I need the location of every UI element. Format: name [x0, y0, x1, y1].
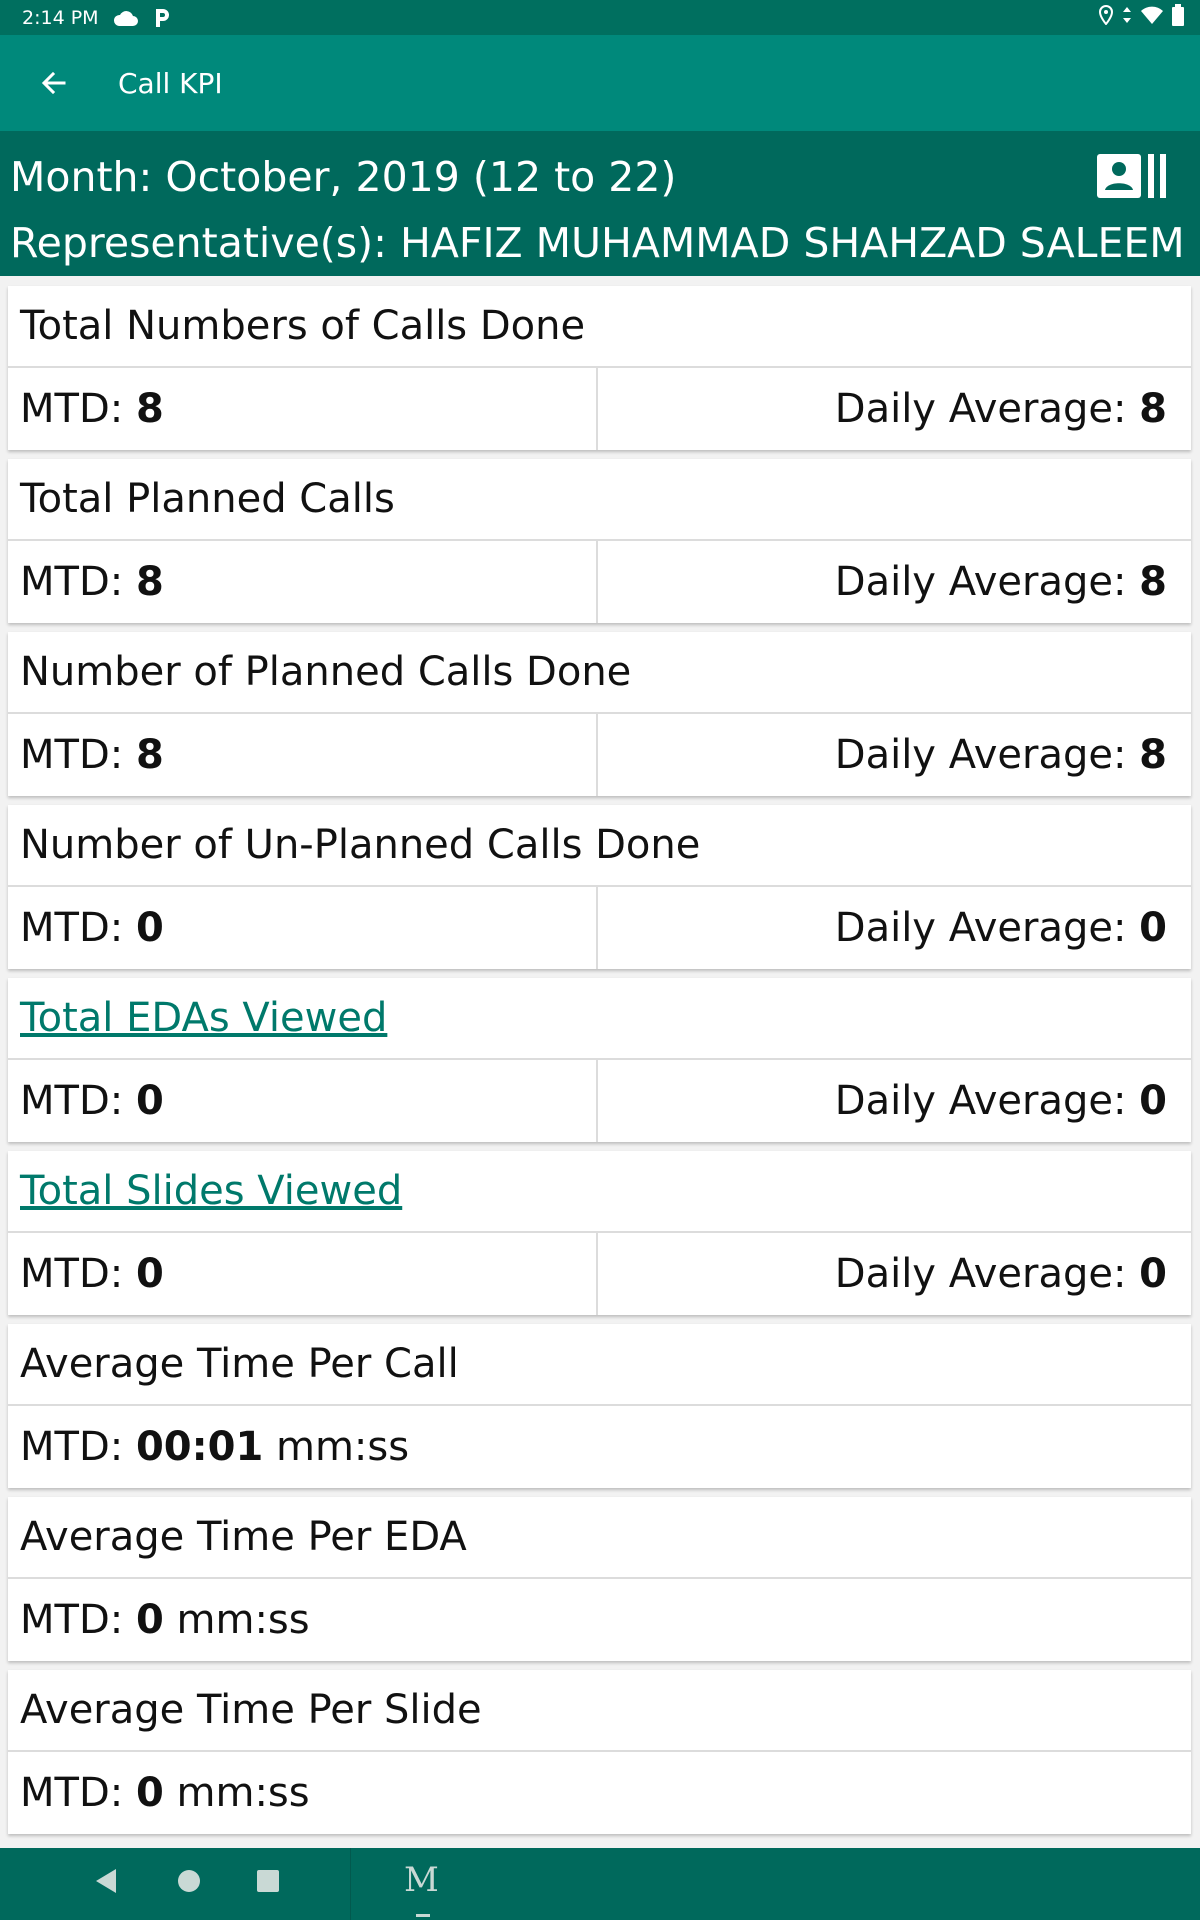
mtd-label: MTD: [20, 732, 124, 778]
mtd-value: 0 [135, 1251, 164, 1297]
mtd-label: MTD: [20, 1424, 124, 1470]
kpi-values-row: MTD: 00:01 mm:ss [8, 1406, 1191, 1488]
kpi-card-planned-calls-done: Number of Planned Calls Done MTD: 8 Dail… [8, 632, 1191, 796]
app-logo[interactable]: M [404, 1860, 439, 1900]
mtd-cell: MTD: 8 [8, 714, 598, 796]
kpi-values-row: MTD: 8 Daily Average: 8 [8, 714, 1191, 796]
daily-average-cell: Daily Average: 8 [598, 714, 1191, 796]
kpi-card-total-calls: Total Numbers of Calls Done MTD: 8 Daily… [8, 286, 1191, 450]
kpi-card-slides-viewed: Total Slides Viewed MTD: 0 Daily Average… [8, 1151, 1191, 1315]
recents-square-icon[interactable] [254, 1866, 282, 1900]
mtd-label: MTD: [20, 386, 124, 432]
daily-average-value: 0 [1139, 1251, 1167, 1297]
page-title: Call KPI [118, 66, 223, 100]
daily-average-cell: Daily Average: 8 [598, 368, 1191, 450]
kpi-values-row: MTD: 0 Daily Average: 0 [8, 1233, 1191, 1315]
kpi-title: Number of Un-Planned Calls Done [8, 805, 1191, 887]
mtd-value: 8 [135, 732, 164, 778]
kpi-title: Total Planned Calls [8, 459, 1191, 541]
mtd-value: 0 [135, 1078, 164, 1124]
back-triangle-icon[interactable] [92, 1866, 120, 1900]
kpi-values-row: MTD: 0 Daily Average: 0 [8, 887, 1191, 969]
mtd-cell: MTD: 0 mm:ss [8, 1579, 310, 1661]
mtd-label: MTD: [20, 1078, 124, 1124]
cloud-icon [113, 8, 139, 28]
daily-average-cell: Daily Average: 0 [598, 1233, 1191, 1315]
daily-average-cell: Daily Average: 8 [598, 541, 1191, 623]
mtd-value: 0 [135, 905, 164, 951]
daily-average-value: 8 [1139, 732, 1167, 778]
kpi-title: Number of Planned Calls Done [8, 632, 1191, 714]
data-arrows-icon [1122, 5, 1132, 30]
mtd-value: 8 [135, 386, 164, 432]
battery-icon [1172, 4, 1184, 31]
daily-average-cell: Daily Average: 0 [598, 1060, 1191, 1142]
kpi-values-row: MTD: 0 mm:ss [8, 1579, 1191, 1661]
daily-average-label: Daily Average: [834, 559, 1127, 605]
daily-average-label: Daily Average: [834, 386, 1127, 432]
kpi-card-avg-time-per-call: Average Time Per Call MTD: 00:01 mm:ss [8, 1324, 1191, 1488]
nav-divider [350, 1848, 351, 1920]
arrow-left-icon [41, 71, 66, 95]
mtd-label: MTD: [20, 1597, 124, 1643]
kpi-values-row: MTD: 0 Daily Average: 0 [8, 1060, 1191, 1142]
report-header: Month: October, 2019 (12 to 22) Represen… [0, 131, 1200, 276]
logo-indicator [416, 1914, 430, 1917]
kpi-card-avg-time-per-eda: Average Time Per EDA MTD: 0 mm:ss [8, 1497, 1191, 1661]
daily-average-value: 8 [1139, 559, 1167, 605]
daily-average-label: Daily Average: [834, 1251, 1127, 1297]
representative-label: Representative(s): HAFIZ MUHAMMAD SHAHZA… [10, 219, 1185, 267]
kpi-card-planned-calls: Total Planned Calls MTD: 8 Daily Average… [8, 459, 1191, 623]
daily-average-label: Daily Average: [834, 1078, 1127, 1124]
unit-label: mm:ss [176, 1770, 310, 1816]
kpi-card-edas-viewed: Total EDAs Viewed MTD: 0 Daily Average: … [8, 978, 1191, 1142]
mtd-cell: MTD: 0 mm:ss [8, 1752, 310, 1834]
kpi-title: Average Time Per Slide [8, 1670, 1191, 1752]
app-bar: Call KPI [0, 35, 1200, 131]
mtd-label: MTD: [20, 559, 124, 605]
kpi-title: Average Time Per EDA [8, 1497, 1191, 1579]
mtd-label: MTD: [20, 1770, 124, 1816]
contact-card-button[interactable] [1096, 153, 1168, 201]
mtd-cell: MTD: 00:01 mm:ss [8, 1406, 409, 1488]
location-icon [1098, 4, 1114, 30]
mtd-cell: MTD: 0 [8, 1060, 598, 1142]
unit-label: mm:ss [276, 1424, 410, 1470]
mtd-cell: MTD: 8 [8, 541, 598, 623]
mtd-value: 0 [135, 1597, 164, 1643]
edas-viewed-link[interactable]: Total EDAs Viewed [8, 978, 1191, 1060]
back-button[interactable] [26, 55, 82, 111]
wifi-icon [1140, 5, 1164, 30]
mtd-value: 8 [135, 559, 164, 605]
kpi-title: Average Time Per Call [8, 1324, 1191, 1406]
month-label: Month: October, 2019 (12 to 22) [10, 153, 677, 201]
mtd-label: MTD: [20, 1251, 124, 1297]
daily-average-value: 8 [1139, 386, 1167, 432]
daily-average-label: Daily Average: [834, 905, 1127, 951]
kpi-values-row: MTD: 0 mm:ss [8, 1752, 1191, 1834]
kpi-values-row: MTD: 8 Daily Average: 8 [8, 368, 1191, 450]
status-time: 2:14 PM [22, 6, 99, 29]
kpi-values-row: MTD: 8 Daily Average: 8 [8, 541, 1191, 623]
system-nav-bar: M [0, 1848, 1200, 1920]
daily-average-value: 0 [1139, 905, 1167, 951]
slides-viewed-link[interactable]: Total Slides Viewed [8, 1151, 1191, 1233]
unit-label: mm:ss [176, 1597, 310, 1643]
mtd-label: MTD: [20, 905, 124, 951]
mtd-cell: MTD: 0 [8, 887, 598, 969]
contact-card-icon [1097, 154, 1166, 198]
status-bar: 2:14 PM [0, 0, 1200, 35]
home-circle-icon[interactable] [174, 1866, 204, 1900]
mtd-value: 0 [135, 1770, 164, 1816]
kpi-card-unplanned-calls-done: Number of Un-Planned Calls Done MTD: 0 D… [8, 805, 1191, 969]
daily-average-cell: Daily Average: 0 [598, 887, 1191, 969]
kpi-card-avg-time-per-slide: Average Time Per Slide MTD: 0 mm:ss [8, 1670, 1191, 1834]
mtd-cell: MTD: 8 [8, 368, 598, 450]
mtd-value: 00:01 [135, 1424, 264, 1470]
mtd-cell: MTD: 0 [8, 1233, 598, 1315]
daily-average-label: Daily Average: [834, 732, 1127, 778]
kpi-title: Total Numbers of Calls Done [8, 286, 1191, 368]
p-icon [153, 7, 171, 29]
daily-average-value: 0 [1139, 1078, 1167, 1124]
